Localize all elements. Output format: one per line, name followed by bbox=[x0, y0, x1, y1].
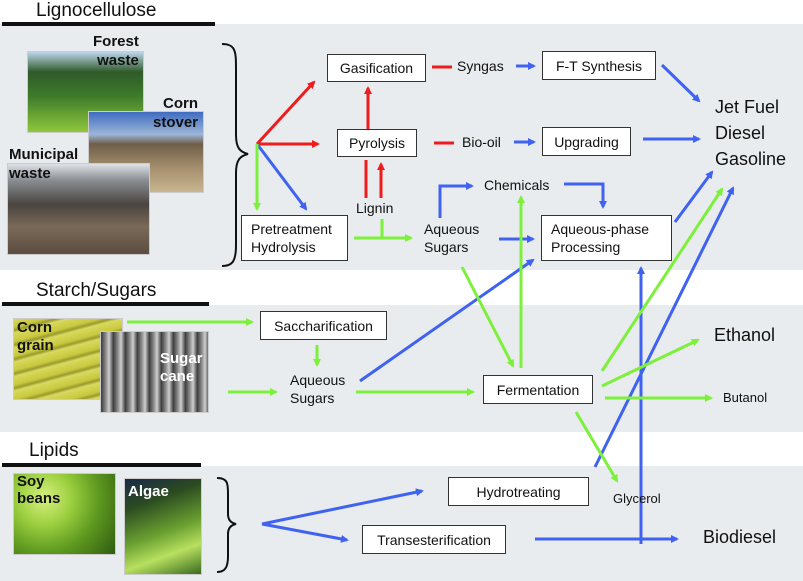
gasification-box: Gasification bbox=[327, 54, 426, 82]
chemicals-label: Chemicals bbox=[484, 177, 550, 193]
gasoline-label: Gasoline bbox=[715, 149, 787, 169]
pyrolysis-box: Pyrolysis bbox=[337, 129, 417, 157]
pretreatment-hydrolysis-box: Pretreatment Hydrolysis bbox=[241, 215, 348, 261]
transesterification-box: Transesterification bbox=[362, 525, 506, 554]
arrow-sugars-to-chemicals bbox=[438, 182, 474, 218]
arrow-to-pretreatment-blue bbox=[255, 143, 308, 211]
arrow-lipids-to-transesterification bbox=[261, 522, 349, 543]
arrow-chemicals-to-aqp bbox=[564, 182, 607, 209]
diesel-label: Diesel bbox=[715, 123, 766, 143]
arrow-to-gasification bbox=[255, 80, 316, 146]
fermentation-box: Fermentation bbox=[483, 375, 593, 404]
ethanol-label: Ethanol bbox=[714, 325, 776, 345]
jet-fuel-label: Jet Fuel bbox=[715, 97, 780, 117]
arrow-ft-to-fuels bbox=[660, 63, 701, 103]
glycerol-label: Glycerol bbox=[613, 491, 661, 506]
aqueous-sugars-label: Aqueous Sugars bbox=[424, 221, 480, 255]
flow-arrows bbox=[127, 43, 735, 573]
aqueous-sugars-label: Aqueous Sugars bbox=[290, 372, 346, 406]
upgrading-box: Upgrading bbox=[542, 127, 631, 156]
arrow-fermentation-to-glycerol bbox=[574, 411, 619, 483]
arrow-sugars-to-fermentation bbox=[460, 266, 515, 368]
lipids-bracket bbox=[216, 477, 237, 573]
bio-oil-label: Bio-oil bbox=[462, 134, 501, 150]
butanol-label: Butanol bbox=[723, 390, 768, 405]
arrow-lipids-to-hydrotreating bbox=[261, 488, 424, 526]
saccharification-box: Saccharification bbox=[260, 311, 387, 340]
aqueous-phase-processing-box: Aqueous-phase Processing bbox=[541, 215, 672, 261]
biodiesel-label: Biodiesel bbox=[703, 527, 777, 547]
hydrotreating-box: Hydrotreating bbox=[448, 477, 589, 506]
ft-synthesis-box: F-T Synthesis bbox=[542, 51, 656, 80]
syngas-label: Syngas bbox=[457, 58, 504, 74]
lignin-label: Lignin bbox=[356, 200, 394, 216]
